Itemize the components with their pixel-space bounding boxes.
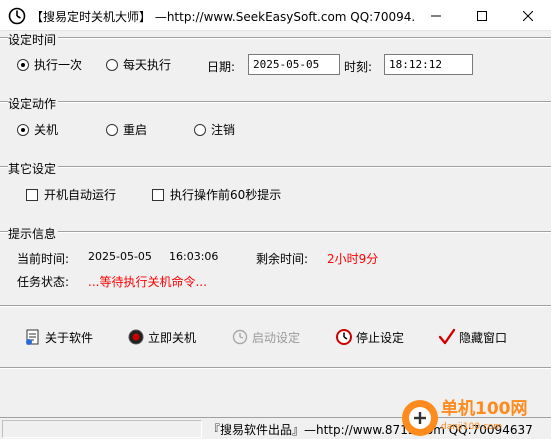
stop-button-label: 停止设定 [356,330,405,345]
about-button-label: 关于软件 [45,330,94,345]
group-label-info: 提示信息 [8,225,59,242]
checkbox-prompt[interactable]: 执行操作前60秒提示 [152,186,281,203]
task-status-value: ...等待执行关机命令... [88,275,207,289]
radio-restart[interactable]: 重启 [106,121,147,138]
time-field[interactable]: 18:12:12 [384,54,473,75]
close-icon [523,10,533,21]
radio-once[interactable]: 执行一次 [17,56,82,73]
checkbox-autostart-box [26,188,38,201]
window-title: 【搜易定时关机大师】 —http://www.SeekEasySoft.com … [31,10,416,24]
current-date-value: 2025-05-05 [88,250,152,263]
date-field[interactable]: 2025-05-05 [248,54,340,75]
radio-restart-label: 重启 [123,123,148,137]
task-status-label: 任务状态: [17,275,70,289]
clock-icon [232,329,248,345]
watermark-text: 单机100网 danji100.com [441,400,528,436]
title-bar[interactable]: 【搜易定时关机大师】 —http://www.SeekEasySoft.com … [0,0,551,31]
radio-logoff[interactable]: 注销 [194,121,235,138]
checkbox-autostart-label: 开机自动运行 [44,188,117,202]
checkbox-autostart[interactable]: 开机自动运行 [26,186,116,203]
info-bottom-divider [0,305,551,307]
radio-shutdown[interactable]: 关机 [17,121,58,138]
shutdown-now-label: 立即关机 [148,330,197,345]
current-time-value: 16:03:06 [169,250,219,263]
checkbox-prompt-label: 执行操作前60秒提示 [170,188,282,202]
buttons-bottom-divider [0,367,551,369]
radio-once-indicator [17,58,29,71]
current-time-label: 当前时间: [17,252,70,266]
maximize-button[interactable] [459,0,505,31]
stop-button[interactable]: 停止设定 [335,328,404,346]
radio-shutdown-indicator [17,123,29,136]
group-divider-time [0,37,551,39]
minimize-icon [431,15,441,16]
radio-logoff-indicator [194,123,206,136]
maximize-icon [477,10,487,21]
watermark-title: 单机100网 [441,398,528,419]
date-label: 日期: [207,60,236,74]
group-divider-info [0,231,551,233]
group-label-other: 其它设定 [8,160,59,177]
about-button[interactable]: 关于软件 [24,328,93,346]
start-button[interactable]: 启动设定 [231,328,300,346]
group-label-action: 设定动作 [8,95,59,112]
group-label-time: 设定时间 [8,31,59,48]
stop-clock-icon [336,329,352,345]
checkbox-prompt-box [152,188,164,201]
group-divider-other [0,166,551,168]
document-icon [26,329,39,345]
start-button-label: 启动设定 [252,330,301,345]
hide-button[interactable]: 隐藏窗口 [438,328,507,346]
plus-icon [402,399,438,436]
record-icon [128,329,144,345]
shutdown-now-button[interactable]: 立即关机 [127,328,196,346]
radio-once-label: 执行一次 [34,58,83,72]
watermark-sub: danji100.com [441,421,503,432]
radio-shutdown-label: 关机 [34,123,59,137]
remaining-time-label: 剩余时间: [256,252,309,266]
radio-restart-indicator [106,123,118,136]
radio-daily-label: 每天执行 [123,58,172,72]
checkmark-icon [438,328,456,345]
status-cell-left [2,420,202,438]
watermark: 单机100网 danji100.com [402,396,551,439]
hide-button-label: 隐藏窗口 [459,330,508,345]
radio-daily[interactable]: 每天执行 [106,56,171,73]
group-divider-action [0,101,551,103]
close-button[interactable] [505,0,551,31]
radio-daily-indicator [106,58,118,71]
time-label: 时刻: [344,60,373,74]
minimize-button[interactable] [413,0,459,31]
remaining-time-value: 2小时9分 [327,252,379,266]
clock-icon [8,7,26,25]
radio-logoff-label: 注销 [211,123,236,137]
